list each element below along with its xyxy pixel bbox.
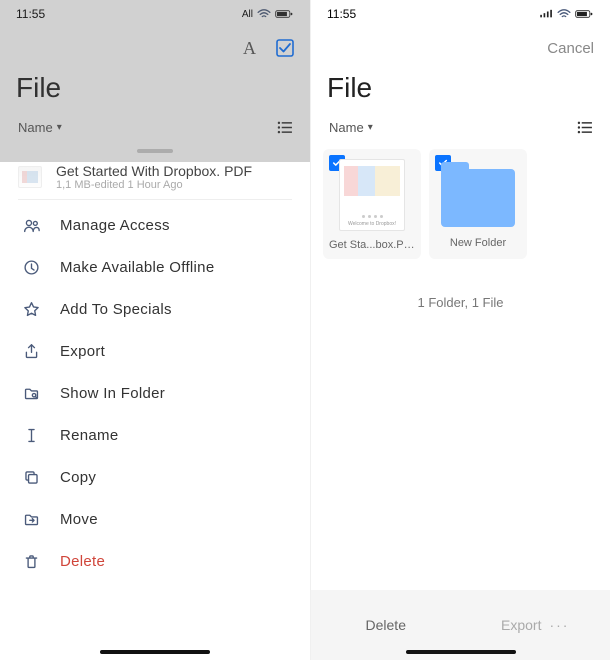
menu-label: Manage Access xyxy=(60,217,170,234)
menu-label: Make Available Offline xyxy=(60,259,214,276)
chevron-down-icon: ▾ xyxy=(57,122,62,133)
menu-label: Export xyxy=(60,343,105,360)
status-bar: 11:55 All xyxy=(0,0,310,28)
offline-icon xyxy=(22,258,40,276)
clock: 11:55 xyxy=(16,7,45,21)
page-title: File xyxy=(311,68,610,112)
sort-button[interactable]: Name ▾ xyxy=(329,120,373,135)
clock: 11:55 xyxy=(327,7,356,21)
menu-export[interactable]: Export xyxy=(0,330,310,372)
menu-label: Copy xyxy=(60,469,96,486)
home-indicator[interactable] xyxy=(406,650,516,654)
list-view-icon[interactable] xyxy=(277,121,292,134)
button-label: Export xyxy=(501,617,541,633)
file-meta: 1,1 MB-edited 1 Hour Ago xyxy=(56,179,292,191)
chevron-down-icon: ▾ xyxy=(368,122,373,133)
carrier-label: All xyxy=(242,9,253,20)
sort-label: Name xyxy=(18,120,53,135)
page-title: File xyxy=(0,68,310,112)
home-indicator[interactable] xyxy=(100,650,210,654)
menu-label: Delete xyxy=(60,553,105,570)
file-header-row: Get Started With Dropbox. PDF 1,1 MB-edi… xyxy=(0,155,310,199)
people-icon xyxy=(22,216,40,234)
checkbox-icon[interactable] xyxy=(276,39,294,57)
header: Cancel xyxy=(311,28,610,68)
text-style-icon[interactable]: A xyxy=(243,38,256,59)
menu-label: Show In Folder xyxy=(60,385,165,402)
list-view-icon[interactable] xyxy=(577,121,592,134)
menu-delete[interactable]: Delete xyxy=(0,540,310,582)
copy-icon xyxy=(22,468,40,486)
wifi-icon xyxy=(557,9,571,19)
button-label: Delete xyxy=(366,617,406,633)
folder-icon xyxy=(441,169,515,227)
sort-button[interactable]: Name ▾ xyxy=(18,120,62,135)
menu-show-in-folder[interactable]: Show In Folder xyxy=(0,372,310,414)
status-icons xyxy=(257,9,294,19)
header-actions: A xyxy=(0,28,310,68)
sort-row: Name ▾ xyxy=(0,112,310,143)
sheet-grabber[interactable] xyxy=(137,149,173,153)
menu-copy[interactable]: Copy xyxy=(0,456,310,498)
star-icon xyxy=(22,300,40,318)
battery-icon xyxy=(574,9,594,19)
sort-label: Name xyxy=(329,120,364,135)
export-icon xyxy=(22,342,40,360)
sort-row: Name ▾ xyxy=(311,112,610,143)
screen-multi-select: 11:55 Cancel File Name ▾ Welcome to Drop… xyxy=(310,0,610,660)
menu-manage-access[interactable]: Manage Access xyxy=(0,204,310,246)
screen-action-sheet: 11:55 All A File Name ▾ Get Started With… xyxy=(0,0,310,660)
menu-label: Move xyxy=(60,511,98,528)
folder-search-icon xyxy=(22,384,40,402)
more-icon: ··· xyxy=(549,617,569,633)
tile-label: Get Sta...box.PDF xyxy=(327,239,417,251)
menu-rename[interactable]: Rename xyxy=(0,414,310,456)
status-icons xyxy=(539,9,594,19)
signal-icon xyxy=(539,9,554,19)
file-thumbnail-icon xyxy=(18,166,42,188)
cancel-button[interactable]: Cancel xyxy=(547,40,594,57)
folder-tile[interactable]: New Folder xyxy=(429,149,527,259)
trash-icon xyxy=(22,552,40,570)
rename-icon xyxy=(22,426,40,444)
menu-add-specials[interactable]: Add To Specials xyxy=(0,288,310,330)
file-preview-icon: Welcome to Dropbox! xyxy=(339,159,405,231)
move-icon xyxy=(22,510,40,528)
menu-label: Rename xyxy=(60,427,119,444)
file-grid: Welcome to Dropbox! Get Sta...box.PDF Ne… xyxy=(311,143,610,265)
selection-summary: 1 Folder, 1 File xyxy=(311,265,610,340)
status-bar: 11:55 xyxy=(311,0,610,28)
file-name: Get Started With Dropbox. PDF xyxy=(56,163,292,179)
wifi-icon xyxy=(257,9,271,19)
tile-label: New Folder xyxy=(433,237,523,249)
menu-label: Add To Specials xyxy=(60,301,172,318)
battery-icon xyxy=(274,9,294,19)
menu-available-offline[interactable]: Make Available Offline xyxy=(0,246,310,288)
file-tile[interactable]: Welcome to Dropbox! Get Sta...box.PDF xyxy=(323,149,421,259)
menu-move[interactable]: Move xyxy=(0,498,310,540)
action-menu: Manage Access Make Available Offline Add… xyxy=(0,200,310,586)
